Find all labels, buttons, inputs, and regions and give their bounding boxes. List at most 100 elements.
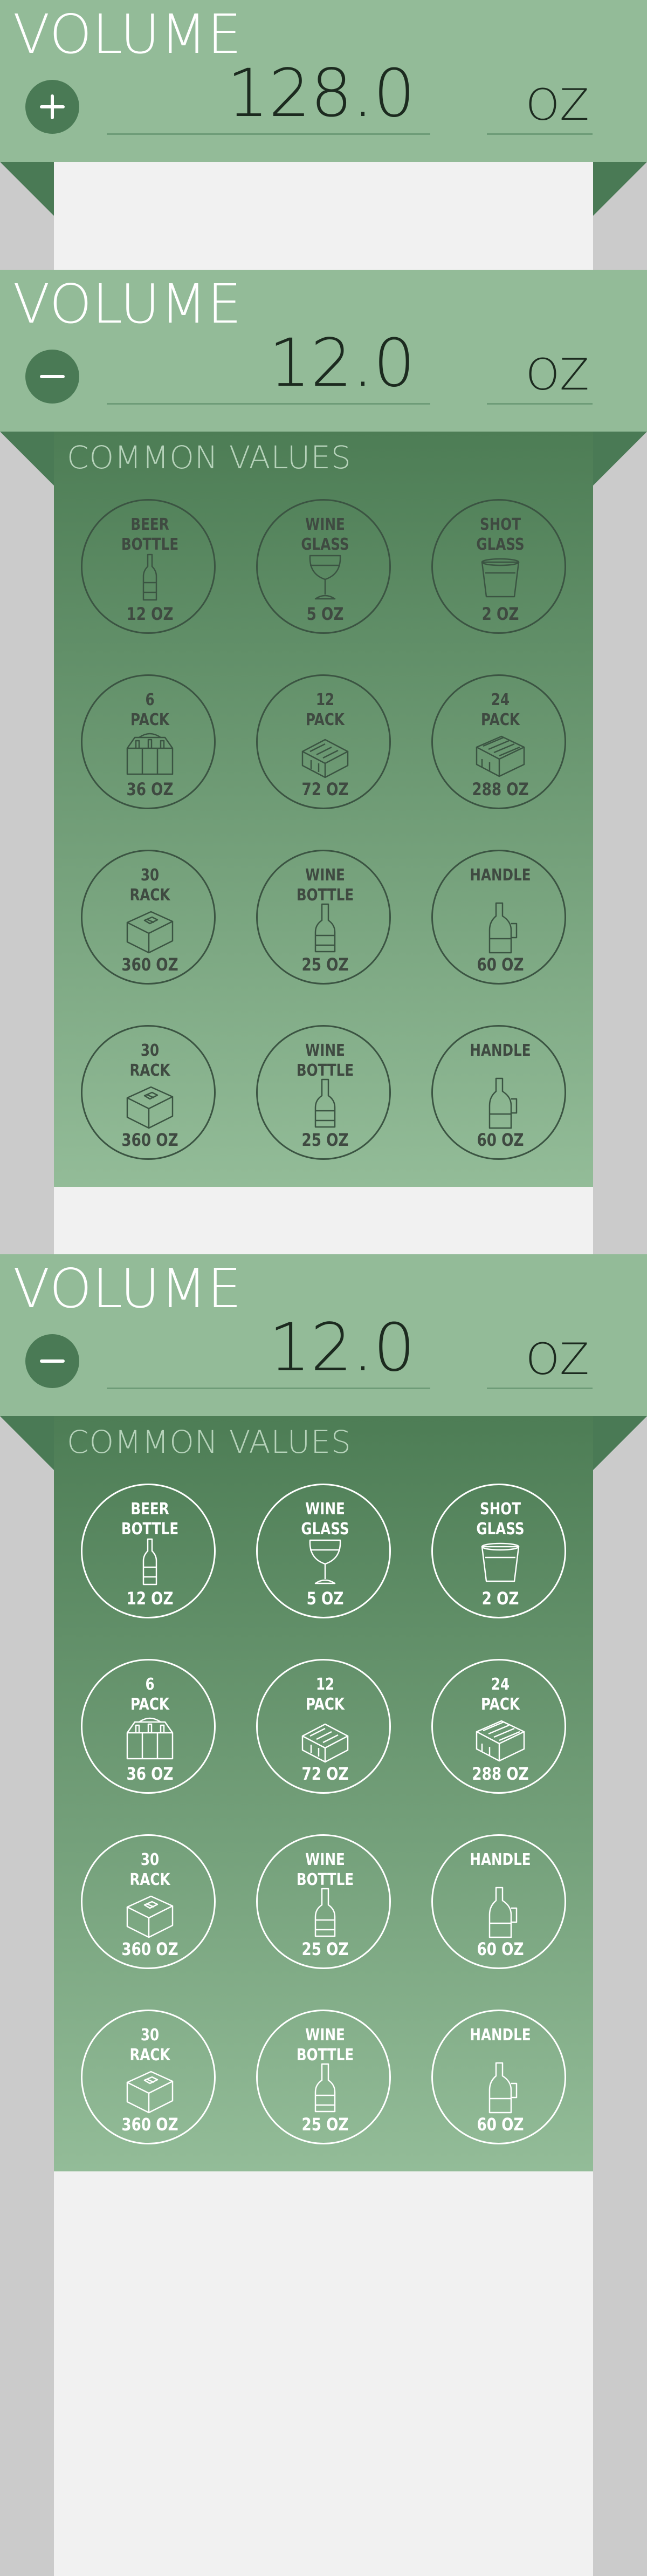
common-value-label: WINE BOTTLE <box>296 1041 354 1080</box>
wine-bottle-icon <box>314 903 336 953</box>
volume-value-input[interactable]: 12.0 <box>107 325 430 405</box>
common-value-label: BEER BOTTLE <box>121 1500 179 1539</box>
unit-selector[interactable]: OZ <box>487 348 593 405</box>
right-fold-shadow <box>593 162 647 216</box>
common-value-label: 30 RACK <box>129 866 170 905</box>
common-value-wine-bottle[interactable]: WINE BOTTLE 25 OZ <box>256 1025 391 1160</box>
common-value-label: BEER BOTTLE <box>121 515 179 554</box>
common-value-6-pack[interactable]: 6 PACK 36 OZ <box>81 674 216 809</box>
common-value-beer-bottle[interactable]: BEER BOTTLE 12 OZ <box>81 499 216 634</box>
handle-icon <box>488 1887 518 1938</box>
common-value-label: 24 PACK <box>481 691 520 729</box>
screen-title: VOLUME <box>13 3 242 66</box>
wine-bottle-icon <box>314 1078 336 1128</box>
thirty-rack-icon <box>126 1895 174 1938</box>
common-value-handle[interactable]: HANDLE 60 OZ <box>431 1025 566 1160</box>
common-value-label: 30 RACK <box>129 2026 170 2065</box>
beer-bottle-icon <box>142 1538 157 1586</box>
handle-icon <box>488 1077 518 1129</box>
common-value-amount: 25 OZ <box>301 1939 349 1959</box>
common-value-label: 6 PACK <box>130 1675 169 1714</box>
common-value-12-pack[interactable]: 12 PACK 72 OZ <box>256 674 391 809</box>
twelve-pack-icon <box>301 739 349 778</box>
common-value-handle[interactable]: HANDLE 60 OZ <box>431 1834 566 1969</box>
common-value-amount: 36 OZ <box>126 779 174 800</box>
wine-bottle-icon <box>314 1888 336 1937</box>
wine-bottle-icon <box>314 2063 336 2113</box>
common-value-amount: 60 OZ <box>477 1939 524 1959</box>
wine-glass-icon <box>309 1539 341 1584</box>
common-value-label: 6 PACK <box>130 691 169 729</box>
common-value-amount: 12 OZ <box>126 1588 174 1609</box>
volume-header: VOLUME 12.0 OZ <box>0 270 647 432</box>
common-value-30-rack[interactable]: 30 RACK 360 OZ <box>81 2010 216 2144</box>
common-value-label: WINE GLASS <box>301 515 349 554</box>
common-value-6-pack[interactable]: 6 PACK 36 OZ <box>81 1659 216 1794</box>
six-pack-icon <box>126 1717 174 1760</box>
common-value-30-rack[interactable]: 30 RACK 360 OZ <box>81 850 216 985</box>
common-value-wine-bottle[interactable]: WINE BOTTLE 25 OZ <box>256 2010 391 2144</box>
thirty-rack-icon <box>126 911 174 954</box>
common-value-label: WINE BOTTLE <box>296 2026 354 2065</box>
common-value-wine-glass[interactable]: WINE GLASS 5 OZ <box>256 1484 391 1618</box>
right-fold-shadow <box>593 1416 647 1470</box>
common-value-amount: 60 OZ <box>477 954 524 975</box>
common-value-amount: 360 OZ <box>121 1939 178 1959</box>
common-value-30-rack[interactable]: 30 RACK 360 OZ <box>81 1025 216 1160</box>
common-value-label: WINE GLASS <box>301 1500 349 1539</box>
common-value-24-pack[interactable]: 24 PACK 288 OZ <box>431 674 566 809</box>
common-values-panel: COMMON VALUES BEER BOTTLE 12 OZ WINE GLASS… <box>54 1416 593 2171</box>
expand-toggle-button[interactable] <box>25 1334 79 1388</box>
common-value-amount: 25 OZ <box>301 954 349 975</box>
common-value-amount: 288 OZ <box>472 779 529 800</box>
common-value-label: SHOT GLASS <box>476 1500 525 1539</box>
common-value-label: 12 PACK <box>306 1675 345 1714</box>
unit-selector[interactable]: OZ <box>487 1333 593 1389</box>
common-value-24-pack[interactable]: 24 PACK 288 OZ <box>431 1659 566 1794</box>
common-value-amount: 25 OZ <box>301 1130 349 1150</box>
left-fold-shadow <box>0 432 54 486</box>
expand-toggle-button[interactable] <box>25 80 79 134</box>
common-value-amount: 360 OZ <box>121 954 178 975</box>
common-value-label: 12 PACK <box>306 691 345 729</box>
unit-selector[interactable]: OZ <box>487 78 593 135</box>
unit-value: OZ <box>526 1334 589 1384</box>
common-value-12-pack[interactable]: 12 PACK 72 OZ <box>256 1659 391 1794</box>
common-value-30-rack[interactable]: 30 RACK 360 OZ <box>81 1834 216 1969</box>
common-value-handle[interactable]: HANDLE 60 OZ <box>431 850 566 985</box>
common-value-amount: 288 OZ <box>472 1764 529 1784</box>
common-value-label: 30 RACK <box>129 1850 170 1889</box>
common-value-wine-glass[interactable]: WINE GLASS 5 OZ <box>256 499 391 634</box>
common-value-shot-glass[interactable]: SHOT GLASS 2 OZ <box>431 499 566 634</box>
volume-header: VOLUME 128.0 OZ <box>0 0 647 162</box>
volume-header: VOLUME 12.0 OZ <box>0 1254 647 1416</box>
expand-toggle-button[interactable] <box>25 350 79 404</box>
unit-value: OZ <box>526 350 589 400</box>
volume-value-input[interactable]: 128.0 <box>107 55 430 135</box>
common-value-amount: 25 OZ <box>301 2114 349 2135</box>
common-value-amount: 72 OZ <box>301 779 349 800</box>
common-value-beer-bottle[interactable]: BEER BOTTLE 12 OZ <box>81 1484 216 1618</box>
left-fold-shadow <box>0 1416 54 1470</box>
left-fold-shadow <box>0 162 54 216</box>
common-value-amount: 360 OZ <box>121 1130 178 1150</box>
common-value-wine-bottle[interactable]: WINE BOTTLE 25 OZ <box>256 850 391 985</box>
volume-value-input[interactable]: 12.0 <box>107 1310 430 1389</box>
common-value-handle[interactable]: HANDLE 60 OZ <box>431 2010 566 2144</box>
twenty-four-pack-icon <box>476 1720 525 1762</box>
common-value-label: 24 PACK <box>481 1675 520 1714</box>
common-value-label: WINE BOTTLE <box>296 866 354 905</box>
wine-glass-icon <box>309 555 341 600</box>
common-value-amount: 5 OZ <box>306 604 344 624</box>
common-value-wine-bottle[interactable]: WINE BOTTLE 25 OZ <box>256 1834 391 1969</box>
handle-icon <box>488 2062 518 2114</box>
handle-icon <box>488 902 518 954</box>
common-value-label: 30 RACK <box>129 1041 170 1080</box>
common-values-panel: COMMON VALUES BEER BOTTLE 12 OZ WINE GLASS… <box>54 432 593 1187</box>
common-value-shot-glass[interactable]: SHOT GLASS 2 OZ <box>431 1484 566 1618</box>
twenty-four-pack-icon <box>476 735 525 777</box>
volume-value: 12.0 <box>269 1309 415 1386</box>
volume-value: 128.0 <box>226 55 415 132</box>
common-value-label: HANDLE <box>470 1041 531 1060</box>
common-value-amount: 36 OZ <box>126 1764 174 1784</box>
